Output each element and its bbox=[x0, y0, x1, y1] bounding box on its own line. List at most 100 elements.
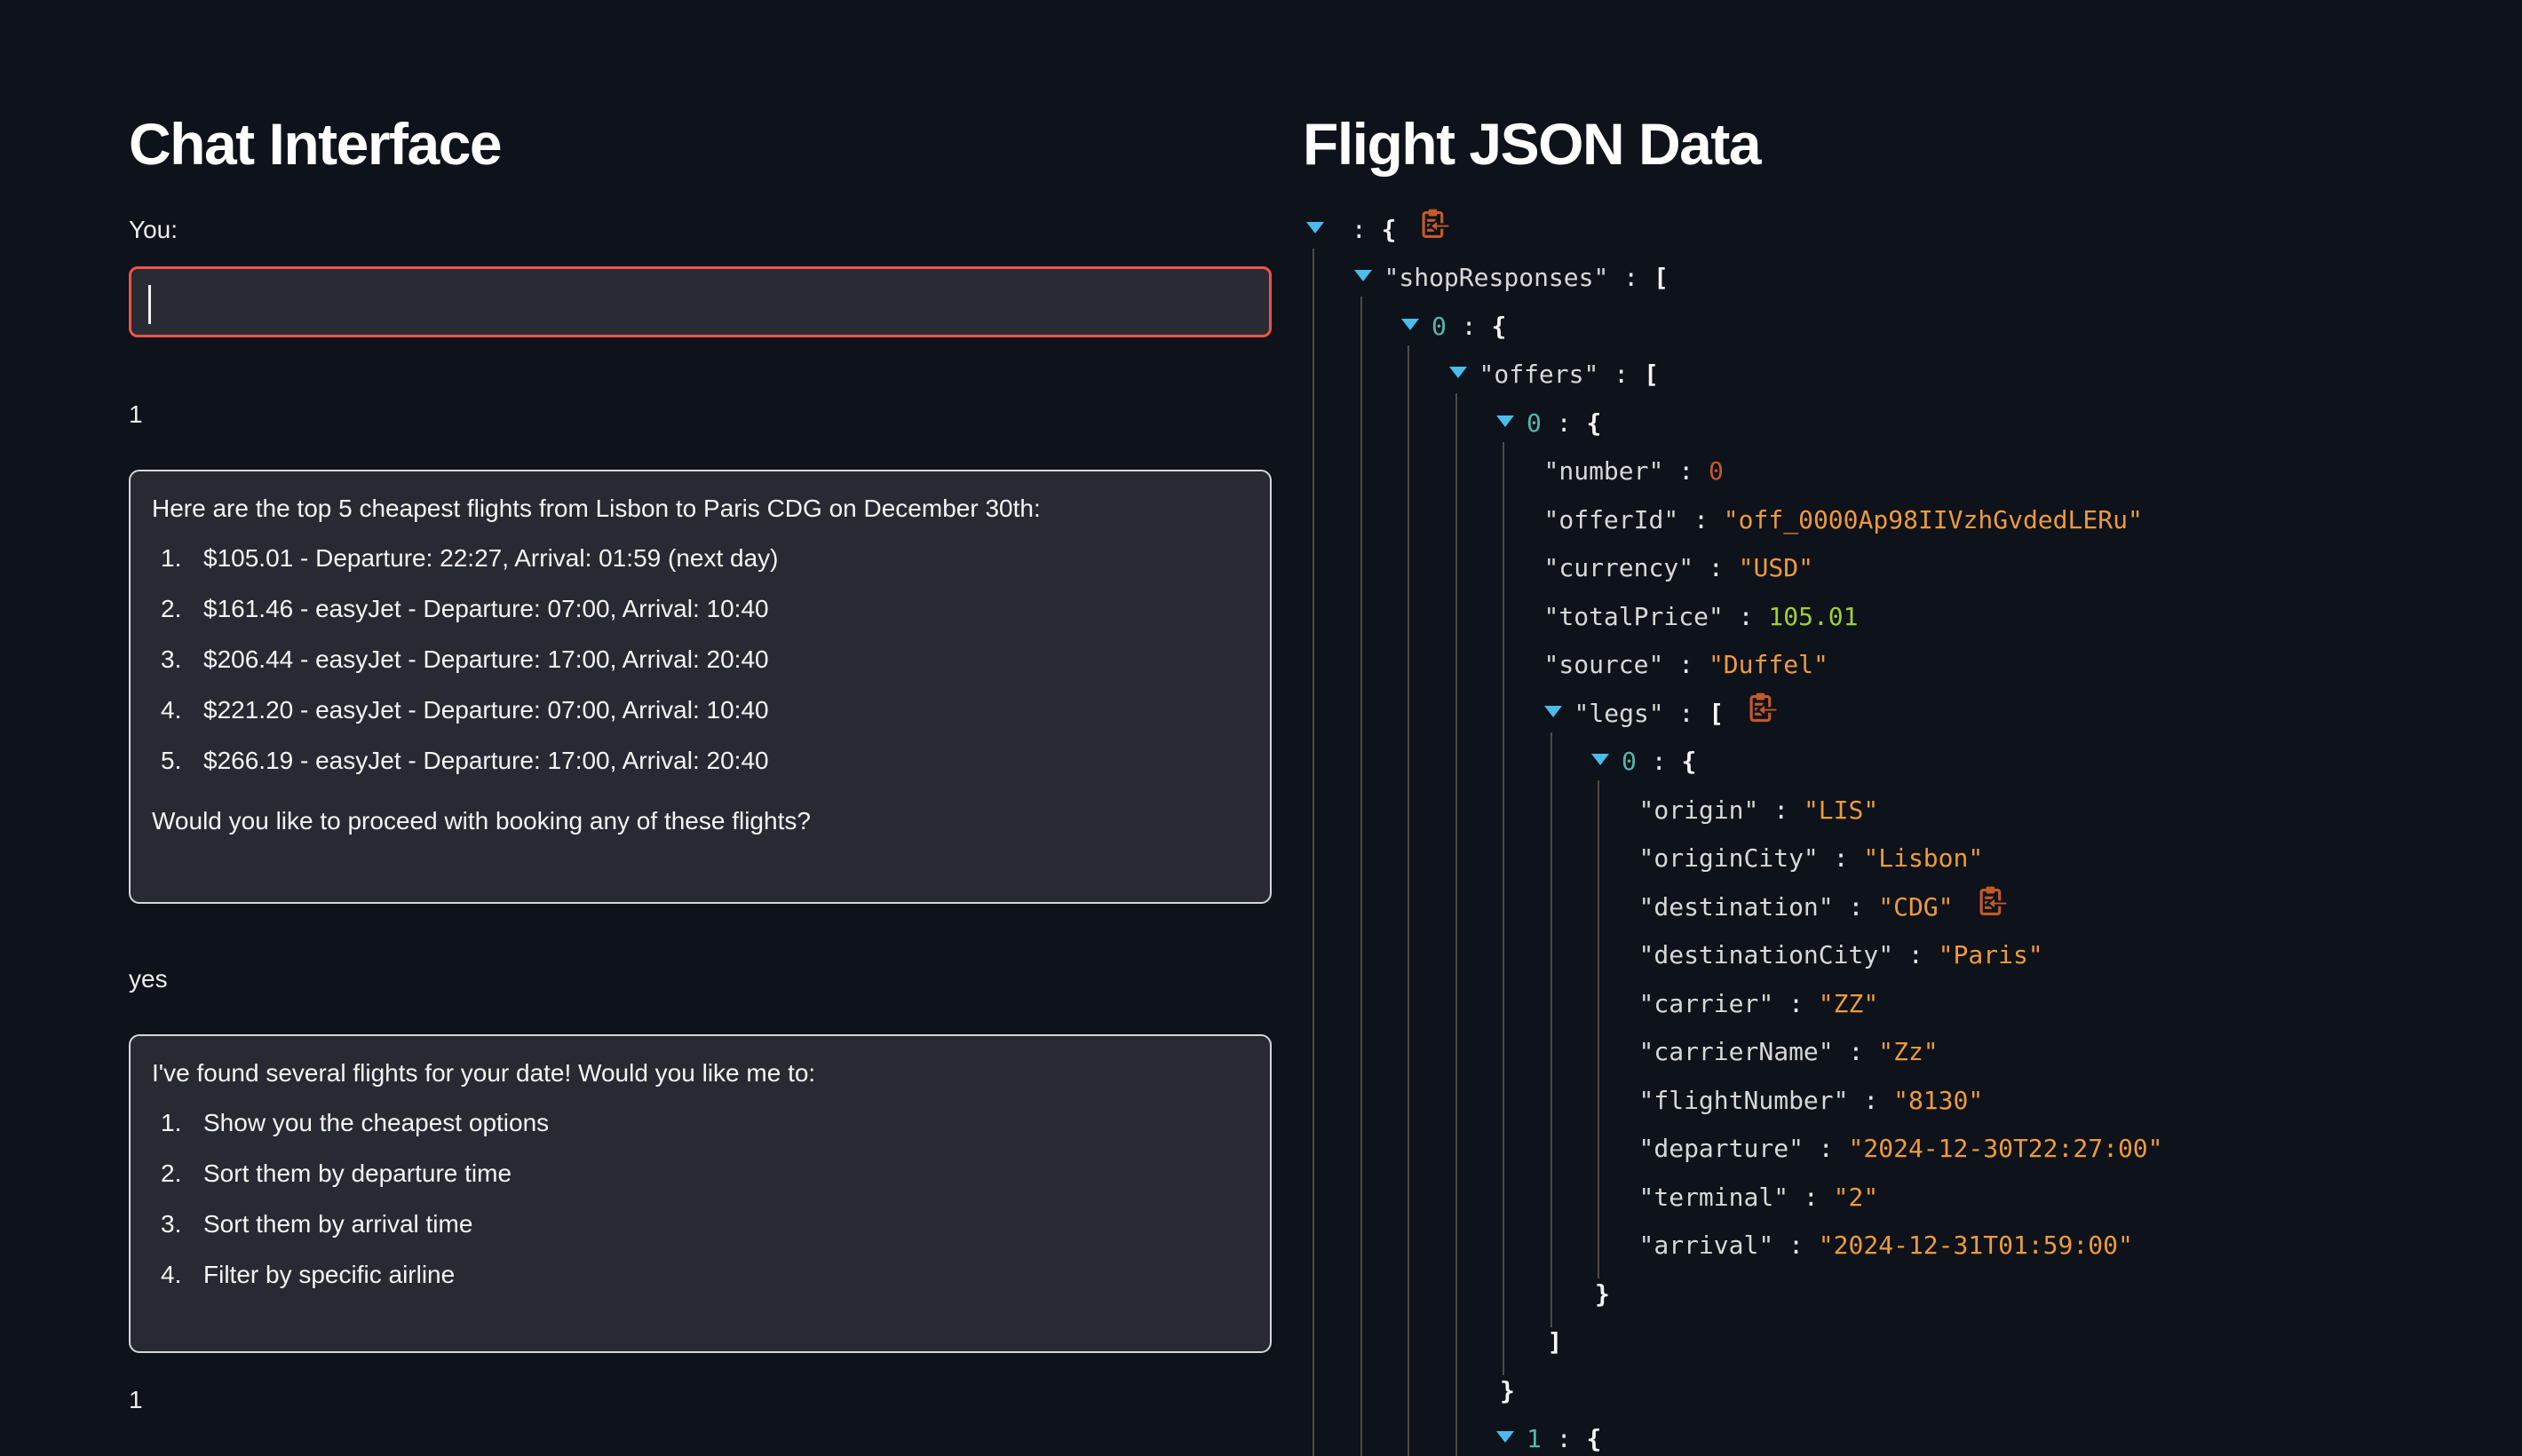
json-value: "off_0000Ap98IIVzhGvdedLERu" bbox=[1724, 505, 2143, 534]
message-intro: Here are the top 5 cheapest flights from… bbox=[152, 493, 1234, 525]
json-key: "destinationCity" bbox=[1639, 940, 1894, 969]
turn-label-2: 1 bbox=[129, 1385, 1272, 1415]
list-item-number: 2. bbox=[161, 1158, 203, 1190]
collapse-toggle-icon[interactable] bbox=[1354, 270, 1372, 281]
chat-panel: Chat Interface You: 1 Here are the top 5… bbox=[129, 0, 1272, 1415]
json-key: "destination" bbox=[1639, 892, 1834, 922]
copy-icon-graphic bbox=[1417, 208, 1451, 241]
copy-icon-graphic bbox=[1745, 692, 1779, 725]
json-row-carrierName: "carrierName" : "Zz" bbox=[1306, 1028, 2522, 1077]
json-bracket: { bbox=[1491, 312, 1506, 341]
list-item-number: 1. bbox=[161, 1107, 203, 1139]
json-bracket: { bbox=[1586, 408, 1601, 438]
list-item: 4.$221.20 - easyJet - Departure: 07:00, … bbox=[161, 694, 1234, 726]
json-row-bracket: : { bbox=[1306, 205, 2522, 254]
json-key: "source" bbox=[1544, 650, 1664, 679]
chat-title: Chat Interface bbox=[129, 110, 1272, 178]
json-colon: : bbox=[1804, 1134, 1849, 1163]
json-array-index: 0 bbox=[1527, 408, 1542, 438]
copy-icon[interactable] bbox=[1975, 885, 2009, 925]
list-item-text: $161.46 - easyJet - Departure: 07:00, Ar… bbox=[203, 593, 769, 625]
list-item: 2.$161.46 - easyJet - Departure: 07:00, … bbox=[161, 593, 1234, 625]
json-value: "Paris" bbox=[1939, 940, 2043, 969]
json-colon: : bbox=[1758, 795, 1804, 825]
json-closing-bracket: } bbox=[1500, 1376, 1515, 1405]
json-bracket: { bbox=[1382, 215, 1397, 244]
json-row-carrier: "carrier" : "ZZ" bbox=[1306, 979, 2522, 1028]
chat-input[interactable] bbox=[129, 266, 1272, 337]
user-message: yes bbox=[129, 964, 1272, 994]
json-colon: : bbox=[1819, 843, 1864, 873]
json-value: "2" bbox=[1834, 1183, 1879, 1212]
json-value: "Lisbon" bbox=[1863, 843, 1983, 873]
json-bracket: [ bbox=[1654, 263, 1669, 292]
json-row-bracket: } bbox=[1306, 1270, 2522, 1318]
json-array-index: 0 bbox=[1622, 747, 1637, 776]
json-colon: : bbox=[1893, 940, 1939, 969]
json-row-bracket: ] bbox=[1306, 1318, 2522, 1367]
list-item: 3.Sort them by arrival time bbox=[161, 1208, 1234, 1240]
collapse-toggle-icon[interactable] bbox=[1449, 367, 1467, 378]
json-row-origin: "origin" : "LIS" bbox=[1306, 786, 2522, 835]
json-value: "CDG" bbox=[1878, 892, 1953, 922]
json-row-terminal: "terminal" : "2" bbox=[1306, 1173, 2522, 1222]
json-row-source: "source" : "Duffel" bbox=[1306, 641, 2522, 690]
assistant-message-1: Here are the top 5 cheapest flights from… bbox=[129, 470, 1272, 904]
collapse-toggle-icon[interactable] bbox=[1496, 415, 1514, 427]
json-colon: : bbox=[1663, 456, 1709, 486]
json-bracket: { bbox=[1681, 747, 1696, 776]
list-item-text: Filter by specific airline bbox=[203, 1259, 455, 1291]
json-colon: : bbox=[1598, 360, 1644, 389]
json-closing-bracket: } bbox=[1595, 1279, 1610, 1309]
json-title: Flight JSON Data bbox=[1303, 110, 1760, 178]
collapse-toggle-icon[interactable] bbox=[1401, 319, 1419, 330]
list-item-number: 5. bbox=[161, 745, 203, 777]
json-colon: : bbox=[1773, 989, 1819, 1018]
json-row-shopResponses: "shopResponses" : [ bbox=[1306, 254, 2522, 303]
copy-icon[interactable] bbox=[1745, 692, 1779, 732]
list-item: 1.Show you the cheapest options bbox=[161, 1107, 1234, 1139]
json-tree: : {"shopResponses" : [0 : {"offers" : [0… bbox=[1306, 205, 2522, 1456]
json-closing-bracket: ] bbox=[1548, 1327, 1563, 1357]
json-row-arrival: "arrival" : "2024-12-31T01:59:00" bbox=[1306, 1222, 2522, 1270]
json-key: "departure" bbox=[1639, 1134, 1804, 1163]
copy-icon[interactable] bbox=[1417, 208, 1451, 248]
collapse-toggle-icon[interactable] bbox=[1306, 222, 1324, 233]
json-key: "arrival" bbox=[1639, 1230, 1774, 1260]
json-key: "currency" bbox=[1544, 553, 1694, 582]
json-colon: : bbox=[1678, 505, 1724, 534]
json-key: "terminal" bbox=[1639, 1183, 1789, 1212]
json-colon: : bbox=[1788, 1183, 1834, 1212]
list-item: 5.$266.19 - easyJet - Departure: 17:00, … bbox=[161, 745, 1234, 777]
text-caret bbox=[148, 285, 151, 324]
json-bracket: { bbox=[1586, 1424, 1601, 1453]
json-row-number: "number" : 0 bbox=[1306, 447, 2522, 496]
action-options-list: 1.Show you the cheapest options2.Sort th… bbox=[152, 1107, 1234, 1291]
json-value: "ZZ" bbox=[1819, 989, 1878, 1018]
collapse-toggle-icon[interactable] bbox=[1591, 754, 1609, 765]
json-value: 0 bbox=[1709, 456, 1724, 486]
json-key: "offers" bbox=[1479, 360, 1599, 389]
json-value: "2024-12-31T01:59:00" bbox=[1819, 1230, 2133, 1260]
copy-icon-graphic bbox=[1975, 885, 2009, 919]
json-row-destination: "destination" : "CDG" bbox=[1306, 882, 2522, 931]
json-key: "legs" bbox=[1574, 699, 1664, 728]
json-row-originCity: "originCity" : "Lisbon" bbox=[1306, 835, 2522, 883]
json-colon: : bbox=[1336, 215, 1382, 244]
json-row-flightNumber: "flightNumber" : "8130" bbox=[1306, 1076, 2522, 1125]
message-outro: Would you like to proceed with booking a… bbox=[152, 805, 1234, 837]
list-item-number: 1. bbox=[161, 542, 203, 574]
json-value: 105.01 bbox=[1768, 602, 1858, 631]
json-colon: : bbox=[1724, 602, 1769, 631]
assistant-message-2: I've found several flights for your date… bbox=[129, 1034, 1272, 1353]
json-value: "Duffel" bbox=[1709, 650, 1828, 679]
collapse-toggle-icon[interactable] bbox=[1496, 1431, 1514, 1443]
json-colon: : bbox=[1664, 699, 1709, 728]
json-value: "8130" bbox=[1893, 1086, 1983, 1115]
json-colon: : bbox=[1834, 1037, 1879, 1066]
collapse-toggle-icon[interactable] bbox=[1544, 706, 1562, 717]
json-panel: Flight JSON Data bbox=[1303, 0, 1760, 178]
json-key: "originCity" bbox=[1639, 843, 1819, 873]
message-intro: I've found several flights for your date… bbox=[152, 1057, 1234, 1089]
turn-label-1: 1 bbox=[129, 400, 1272, 430]
